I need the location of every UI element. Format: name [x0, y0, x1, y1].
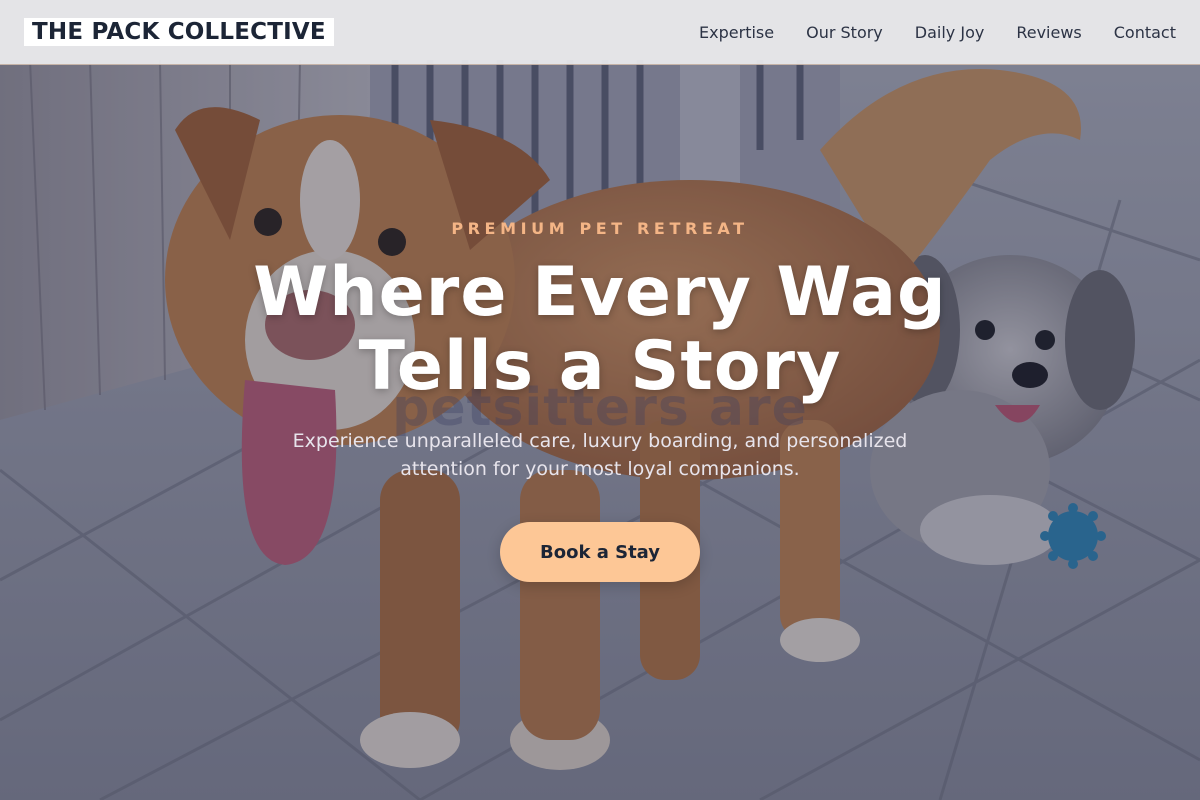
hero-eyebrow: PREMIUM PET RETREAT — [451, 219, 749, 238]
hero-title-line-1: Where Every Wag — [253, 253, 947, 332]
hero-subtitle: Experience unparalleled care, luxury boa… — [250, 427, 950, 483]
hero-subtitle-line-2: attention for your most loyal companions… — [400, 458, 800, 480]
hero-title-line-2: Tells a Story — [358, 327, 842, 406]
hero-content: PREMIUM PET RETREAT petsitters are Where… — [0, 0, 1200, 800]
book-a-stay-button[interactable]: Book a Stay — [500, 522, 700, 582]
hero-subtitle-line-1: Experience unparalleled care, luxury boa… — [292, 430, 908, 452]
hero-title: Where Every Wag Tells a Story — [0, 256, 1200, 404]
